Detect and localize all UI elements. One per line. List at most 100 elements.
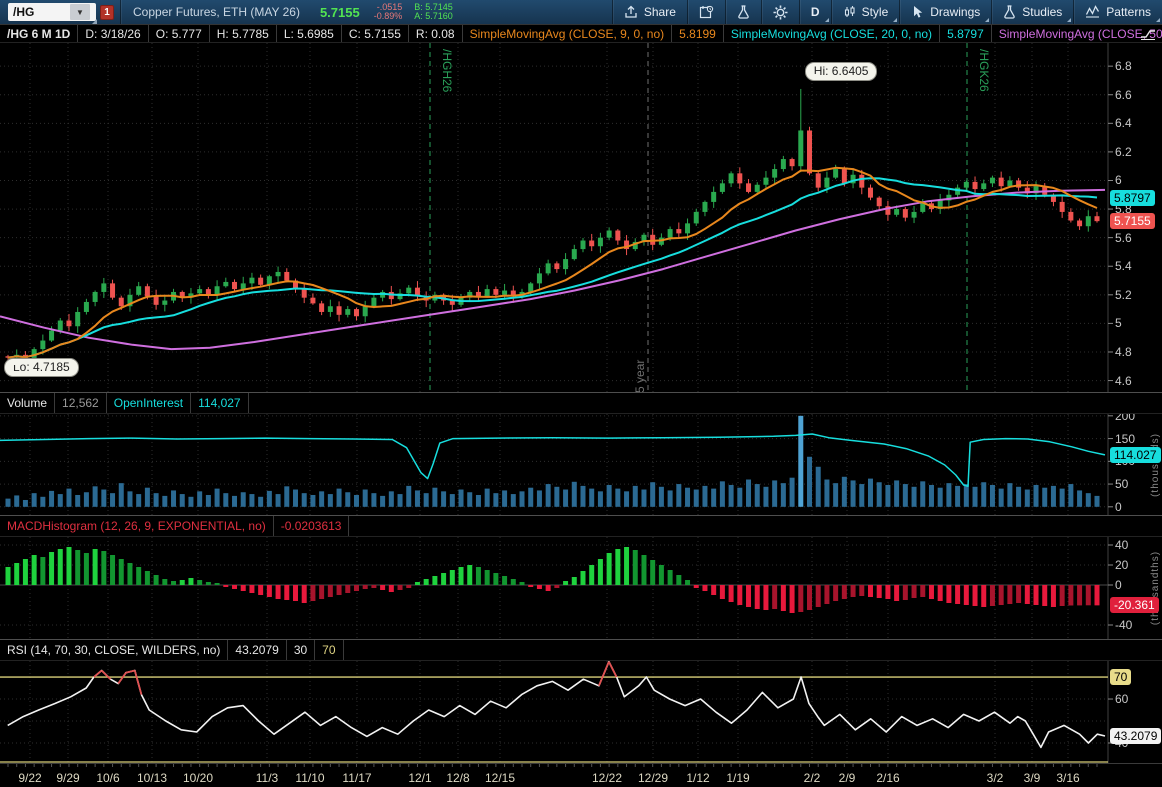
date-tick-label: 11/17 <box>342 771 371 785</box>
bar-date: D: 3/18/26 <box>78 25 148 42</box>
axis-tick-label: 150 <box>1115 432 1135 446</box>
date-tick-label: 12/22 <box>592 771 622 785</box>
symbol-dropdown-icon[interactable]: ▼ <box>70 4 90 20</box>
rsi-plot-svg[interactable] <box>0 661 1162 763</box>
axis-value-badge: 114.027 <box>1110 447 1161 463</box>
date-tick-label: 10/13 <box>137 771 167 785</box>
axis-value-badge: 5.7155 <box>1110 213 1155 229</box>
chart-line-icon[interactable] <box>1139 27 1157 41</box>
date-tick-label: 1/19 <box>726 771 749 785</box>
bar-high: H: 5.7785 <box>210 25 277 42</box>
axis-tick-label: 60 <box>1115 692 1128 706</box>
share-icon <box>624 5 638 19</box>
date-tick-label: 2/9 <box>839 771 856 785</box>
instrument-description: Copper Futures, ETH (MAY 26) <box>121 5 312 19</box>
sma20-label[interactable]: SimpleMovingAvg (CLOSE, 20, 0, no) <box>724 25 940 42</box>
rsi-pane[interactable]: 60407043.2079 <box>0 661 1162 763</box>
macd-axis-unit: (thousandths) <box>1150 551 1161 625</box>
axis-tick-label: 6 <box>1115 173 1122 187</box>
date-tick-label: 3/16 <box>1056 771 1079 785</box>
axis-tick-label: 6.4 <box>1115 116 1132 130</box>
axis-tick-label: 6.8 <box>1115 59 1132 73</box>
axis-tick-label: 50 <box>1115 477 1128 491</box>
open-interest-label[interactable]: OpenInterest <box>107 393 191 413</box>
volume-pane[interactable]: (thousands) 200150100500114.027 <box>0 414 1162 515</box>
axis-tick-label: -40 <box>1115 618 1132 632</box>
notes-button[interactable] <box>688 0 725 24</box>
style-button[interactable]: Style <box>832 0 900 24</box>
bar-open: O: 5.777 <box>149 25 210 42</box>
axis-tick-label: 200 <box>1115 414 1135 423</box>
date-tick-label: 3/2 <box>987 771 1004 785</box>
ohlc-header-row: /HG 6 M 1D D: 3/18/26 O: 5.777 H: 5.7785… <box>0 24 1162 43</box>
macd-plot-svg[interactable] <box>0 537 1162 639</box>
axis-value-badge: 70 <box>1110 669 1131 685</box>
date-tick-label: 9/29 <box>56 771 79 785</box>
symbol-input-box[interactable]: ▼ <box>8 3 96 21</box>
date-tick-label: 10/6 <box>96 771 119 785</box>
rsi-header-row: RSI (14, 70, 30, CLOSE, WILDERS, no) 43.… <box>0 639 1162 661</box>
patterns-zigzag-icon <box>1085 5 1100 19</box>
date-tick-label: 9/22 <box>18 771 41 785</box>
svg-text:2025 year: 2025 year <box>633 360 647 392</box>
axis-tick-label: 0 <box>1115 578 1122 592</box>
volume-value: 12,562 <box>55 393 107 413</box>
volume-plot-svg[interactable] <box>0 414 1162 515</box>
rsi-oversold-value: 30 <box>287 640 315 660</box>
volume-axis-unit: (thousands) <box>1150 433 1161 497</box>
patterns-button[interactable]: Patterns <box>1074 0 1162 24</box>
symbol-input[interactable] <box>8 5 70 19</box>
analyze-button[interactable] <box>726 0 761 24</box>
sma9-label[interactable]: SimpleMovingAvg (CLOSE, 9, 0, no) <box>463 25 673 42</box>
axis-tick-label: 4.6 <box>1115 374 1132 388</box>
bid-ask: B: 5.7145A: 5.7160 <box>408 3 459 21</box>
studies-button[interactable]: Studies <box>992 0 1073 24</box>
date-tick-label: 10/20 <box>183 771 213 785</box>
svg-text:/HGK26: /HGK26 <box>977 49 991 92</box>
axis-tick-label: 6.6 <box>1115 88 1132 102</box>
top-toolbar: ▼ 1 Copper Futures, ETH (MAY 26) 5.7155 … <box>0 0 1162 24</box>
analyze-flask-icon <box>737 5 750 19</box>
axis-value-badge: 43.2079 <box>1110 728 1161 744</box>
sma50-label[interactable]: SimpleMovingAvg (CLOSE, 50, 0, no) <box>992 25 1162 42</box>
bar-range: R: 0.08 <box>409 25 463 42</box>
studies-flask-icon <box>1003 5 1016 19</box>
axis-tick-label: 20 <box>1115 558 1128 572</box>
bar-close: C: 5.7155 <box>342 25 409 42</box>
drawings-button[interactable]: Drawings <box>900 0 991 24</box>
date-tick-label: 11/10 <box>295 771 324 785</box>
date-axis[interactable]: 9/229/2910/610/1310/2011/311/1011/1712/1… <box>0 763 1162 787</box>
date-tick-label: 1/12 <box>686 771 709 785</box>
volume-label[interactable]: Volume <box>0 393 55 413</box>
rsi-label[interactable]: RSI (14, 70, 30, CLOSE, WILDERS, no) <box>0 640 228 660</box>
last-price: 5.7155 <box>312 5 368 20</box>
axis-tick-label: 4.8 <box>1115 345 1132 359</box>
settings-button[interactable] <box>762 0 799 24</box>
bar-low: L: 5.6985 <box>277 25 342 42</box>
price-change: -.0515-0.89% <box>368 3 409 21</box>
axis-tick-label: 6.2 <box>1115 145 1132 159</box>
axis-tick-label: 5.4 <box>1115 259 1132 273</box>
price-plot-svg[interactable]: /HGH262025 year/HGK26 <box>0 43 1162 392</box>
rsi-overbought-value: 70 <box>315 640 343 660</box>
timeframe-button[interactable]: D <box>800 0 831 24</box>
rsi-value: 43.2079 <box>228 640 286 660</box>
date-tick-label: 2/16 <box>876 771 899 785</box>
macd-label[interactable]: MACDHistogram (12, 26, 9, EXPONENTIAL, n… <box>0 516 274 536</box>
high-marker-bubble: Hi: 6.6405 <box>805 62 878 81</box>
macd-pane[interactable]: (thousandths) 40 20 0 -40 -20.361 <box>0 537 1162 639</box>
alert-badge[interactable]: 1 <box>100 5 114 20</box>
gear-icon <box>773 5 788 20</box>
axis-tick-label: 40 <box>1115 538 1128 552</box>
open-interest-value: 114,027 <box>191 393 249 413</box>
sma20-value: 5.8797 <box>940 25 992 42</box>
trading-app-window: ▼ 1 Copper Futures, ETH (MAY 26) 5.7155 … <box>0 0 1162 787</box>
price-pane[interactable]: /HGH262025 year/HGK26 Hi: 6.6405 Lo: 4.7… <box>0 43 1162 392</box>
share-button[interactable]: Share <box>613 0 687 24</box>
notes-icon <box>699 5 714 19</box>
sma9-value: 5.8199 <box>672 25 724 42</box>
symbol-timeframe-label[interactable]: /HG 6 M 1D <box>0 25 78 42</box>
axis-value-badge: -20.361 <box>1110 597 1159 613</box>
axis-tick-label: 0 <box>1115 500 1122 514</box>
axis-value-badge: 5.8797 <box>1110 190 1155 206</box>
